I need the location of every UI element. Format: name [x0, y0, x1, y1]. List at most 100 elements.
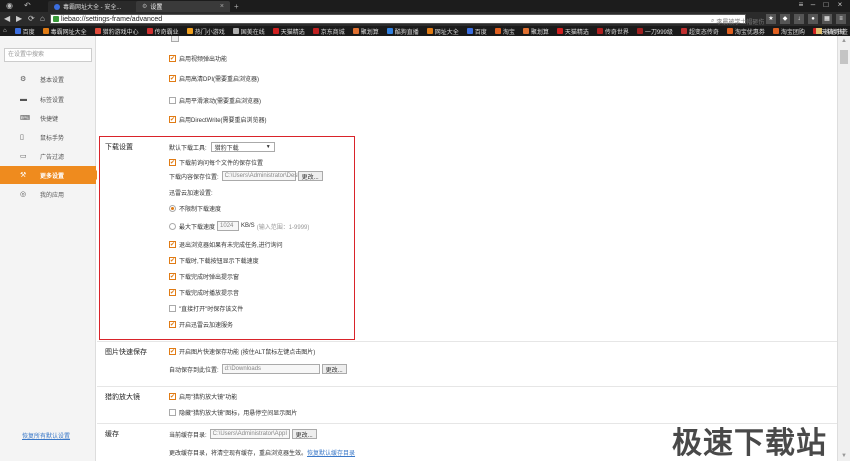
- change-image-path-button[interactable]: 更改...: [321, 364, 347, 374]
- bookmark-item[interactable]: 网址大全: [426, 27, 459, 36]
- bookmark-item[interactable]: 淘宝团购: [772, 27, 805, 36]
- bookmark-item[interactable]: 超变态传奇: [680, 27, 719, 36]
- apps-icon[interactable]: ▦: [822, 14, 832, 24]
- checkbox[interactable]: ✔: [169, 289, 176, 296]
- change-cache-path-button[interactable]: 更改...: [291, 429, 317, 439]
- option-exit-ask[interactable]: ✔ 退出浏览器如果有未完成任务,进行询问: [169, 240, 283, 249]
- bookmark-item[interactable]: 淘宝优惠券: [726, 27, 765, 36]
- sidebar-item-apps[interactable]: ◎ 我的应用: [0, 185, 96, 203]
- scroll-down-icon[interactable]: ▼: [841, 453, 847, 459]
- checkbox[interactable]: [169, 305, 176, 312]
- bookmark-item[interactable]: 传奇世界: [596, 27, 629, 36]
- checkbox[interactable]: ✔: [169, 55, 176, 62]
- sidebar-item-more[interactable]: ⚒ 更多设置: [0, 166, 101, 184]
- bookmark-item[interactable]: 传奇霸业: [146, 27, 179, 36]
- radio[interactable]: [169, 222, 176, 230]
- option-image-save[interactable]: ✔ 开启图片快速保存功能 (按住ALT鼠标左键点击图片): [169, 347, 315, 356]
- home-icon[interactable]: ⌂: [40, 14, 45, 23]
- undo-icon[interactable]: ↶: [24, 1, 31, 10]
- image-path-field[interactable]: d:\Downloads: [221, 364, 320, 374]
- bookmark-item[interactable]: 天猫精选: [272, 27, 305, 36]
- option-show-speed[interactable]: ✔ 下载时,下载按钮显示下载速度: [169, 256, 259, 265]
- option-max-speed[interactable]: 最大下载速度 1024 KB/S (输入范围：1-9999): [169, 221, 309, 231]
- checkbox[interactable]: [169, 97, 176, 104]
- restore-cache-link[interactable]: 恢复默认缓存目录: [307, 448, 355, 457]
- extension-icon[interactable]: ★: [766, 14, 776, 24]
- bookmark-item[interactable]: 聚划算: [352, 27, 379, 36]
- bookmark-item[interactable]: 一刀999级: [636, 27, 673, 36]
- option-video-popup[interactable]: ✔ 启用视频弹出功能: [169, 54, 227, 63]
- menu-icon[interactable]: ≡: [795, 0, 807, 12]
- checkbox[interactable]: ✔: [169, 241, 176, 248]
- truncated-button[interactable]: [169, 36, 179, 42]
- bookmark-item[interactable]: 百度: [466, 27, 487, 36]
- cache-path-field[interactable]: C:\Users\Administrator\AppI: [209, 429, 290, 439]
- bookmark-item[interactable]: 百度: [14, 27, 35, 36]
- tab-home[interactable]: 毒霸网址大全 - 安全... ×: [48, 1, 146, 12]
- checkbox[interactable]: [169, 409, 176, 416]
- bookmark-item[interactable]: 天猫精选: [556, 27, 589, 36]
- refresh-icon[interactable]: ⟳: [28, 14, 35, 23]
- forward-icon[interactable]: ▶: [16, 14, 22, 23]
- option-complete-popup[interactable]: ✔ 下载完成时弹出提示窗: [169, 272, 239, 281]
- download-tool-select[interactable]: 猎豹下载 ▼: [210, 142, 275, 152]
- tab-settings[interactable]: ⚙ 设置 ×: [136, 1, 230, 12]
- new-tab-icon[interactable]: +: [234, 2, 239, 11]
- checkbox[interactable]: ✔: [169, 159, 176, 166]
- scrollbar[interactable]: ▲ ▼: [837, 36, 850, 461]
- option-smooth-scroll[interactable]: 启用平滑滚动(需要重启浏览器): [169, 96, 261, 105]
- sidebar-item-mouse[interactable]: ▯ 鼠标手势: [0, 128, 96, 146]
- checkbox[interactable]: ✔: [169, 393, 176, 400]
- checkbox[interactable]: ✔: [169, 257, 176, 264]
- shield-icon[interactable]: ◆: [780, 14, 790, 24]
- scrollbar-thumb[interactable]: [840, 50, 848, 64]
- option-cloud-service[interactable]: ✔ 开启迅雷云加速服务: [169, 320, 233, 329]
- bookmark-label: 超变态传奇: [688, 29, 719, 36]
- bookmark-favicon-icon: [680, 28, 687, 34]
- bookmark-item[interactable]: 国美在线: [232, 27, 265, 36]
- checkbox[interactable]: ✔: [169, 348, 176, 355]
- option-hidpi[interactable]: ✔ 启用高清DPI(需要重启浏览器): [169, 74, 259, 83]
- sidebar-item-basic[interactable]: ⚙ 基本设置: [0, 70, 96, 88]
- bookmark-item[interactable]: 毒霸网址大全: [42, 27, 87, 36]
- user-icon[interactable]: ●: [808, 14, 818, 24]
- sidebar-item-adblock[interactable]: ▭ 广告过滤: [0, 147, 96, 165]
- bookmark-item[interactable]: 酷狗直播: [386, 27, 419, 36]
- change-download-path-button[interactable]: 更改...: [297, 171, 323, 181]
- back-icon[interactable]: ◀: [4, 14, 10, 23]
- reset-all-link[interactable]: 恢复所有默认设置: [22, 431, 70, 440]
- bookmark-item[interactable]: 京东商城: [312, 27, 345, 36]
- checkbox[interactable]: ✔: [169, 116, 176, 123]
- option-ask-location[interactable]: ✔ 下载前询问每个文件的保存位置: [169, 158, 263, 167]
- close-window-icon[interactable]: ×: [834, 0, 846, 12]
- option-zoom-hide-icon[interactable]: 隐藏"猎豹放大镜"图标，用悬停空间显示图片: [169, 408, 297, 417]
- minimize-icon[interactable]: –: [807, 0, 819, 12]
- checkbox[interactable]: ✔: [169, 321, 176, 328]
- url-field[interactable]: liebao://settings-frame/advanced ⌕ 李晨被学士…: [50, 14, 764, 26]
- bookmark-item[interactable]: 淘宝: [494, 27, 515, 36]
- radio[interactable]: [169, 205, 176, 212]
- maximize-icon[interactable]: □: [820, 0, 832, 12]
- option-zoom-enable[interactable]: ✔ 启用"猎豹放大镜"功能: [169, 392, 237, 401]
- menu-icon[interactable]: ≡: [836, 14, 846, 24]
- sidebar-item-shortcuts[interactable]: ⌨ 快捷键: [0, 109, 96, 127]
- truncated-button-face[interactable]: [171, 36, 179, 42]
- scroll-up-icon[interactable]: ▲: [841, 38, 847, 44]
- max-speed-input[interactable]: 1024: [217, 221, 240, 231]
- bookmarks-home-icon[interactable]: ⌂: [3, 28, 7, 34]
- download-path-field[interactable]: C:\Users\Administrator\Desk: [221, 171, 300, 181]
- option-open-save[interactable]: "直接打开"时保存该文件: [169, 304, 243, 313]
- checkbox[interactable]: ✔: [169, 273, 176, 280]
- settings-search-input[interactable]: 在设置中搜索: [4, 48, 92, 62]
- option-unlimited-speed[interactable]: 不限制下载速度: [169, 204, 221, 213]
- download-icon[interactable]: ↓: [794, 14, 804, 24]
- checkbox[interactable]: ✔: [169, 75, 176, 82]
- option-directwrite[interactable]: ✔ 启用DirectWrite(需要重启浏览器): [169, 115, 267, 124]
- close-icon[interactable]: ×: [220, 3, 224, 10]
- other-bookmarks[interactable]: 其他书签: [815, 26, 848, 36]
- bookmark-item[interactable]: 猎豹游戏中心: [94, 27, 139, 36]
- bookmark-item[interactable]: 热门小游戏: [186, 27, 225, 36]
- sidebar-item-tabs[interactable]: ▬ 标签设置: [0, 90, 96, 108]
- bookmark-item[interactable]: 聚划算: [522, 27, 549, 36]
- option-complete-sound[interactable]: ✔ 下载完成时播放提示音: [169, 288, 239, 297]
